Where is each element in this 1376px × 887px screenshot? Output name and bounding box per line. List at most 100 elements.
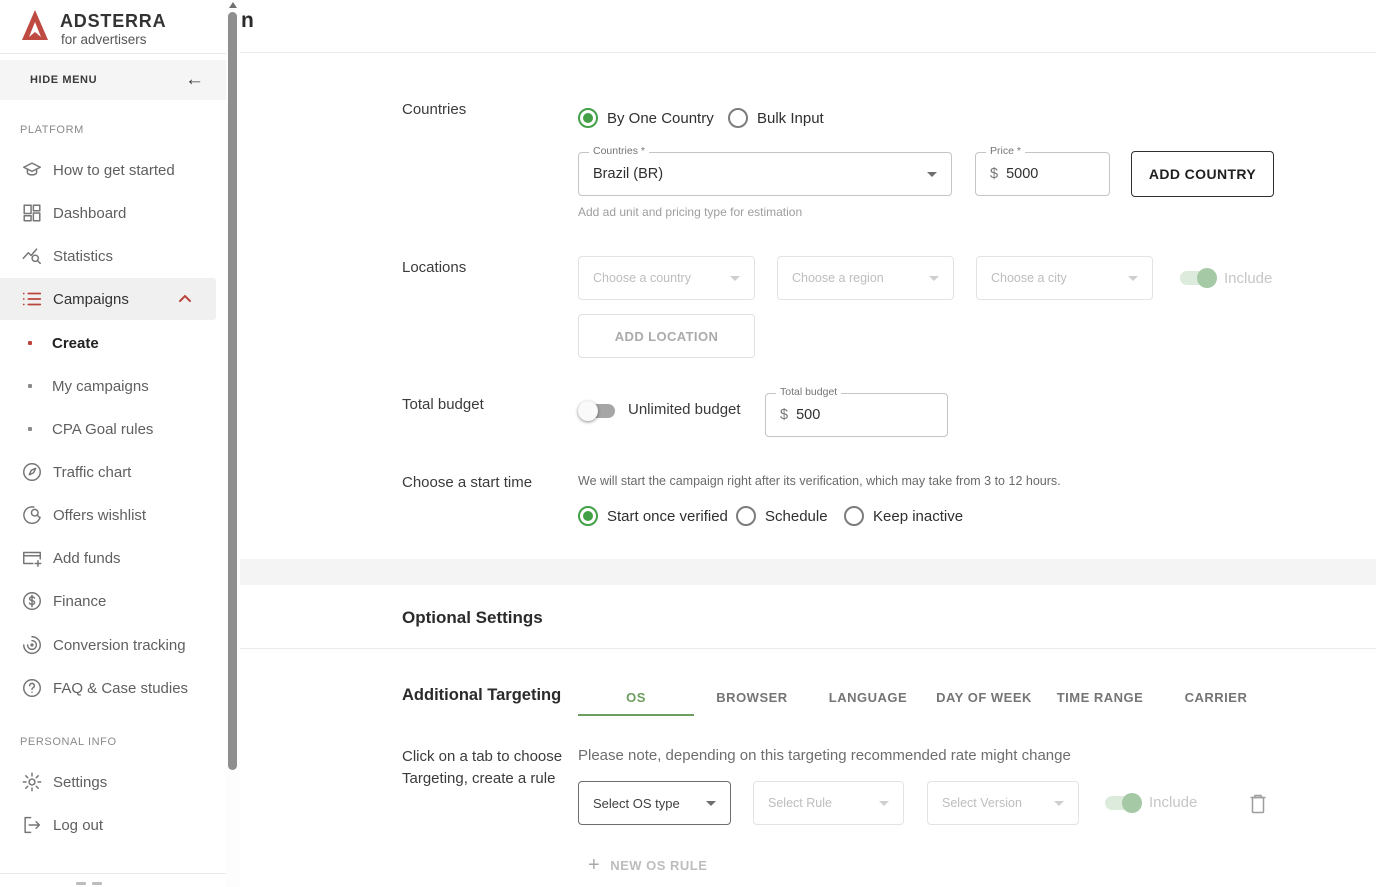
total-budget-input-label: Total budget bbox=[776, 386, 841, 398]
tab-browser[interactable]: BROWSER bbox=[694, 680, 810, 714]
os-rule-include-toggle bbox=[1105, 796, 1139, 810]
countries-select-label: Countries * bbox=[589, 145, 649, 157]
radio-icon[interactable] bbox=[728, 108, 748, 128]
sidebar-item-dashboard[interactable]: Dashboard bbox=[0, 192, 216, 234]
os-rule-include-label: Include bbox=[1149, 794, 1197, 811]
radio-icon[interactable] bbox=[578, 108, 598, 128]
new-os-rule-label: NEW OS RULE bbox=[610, 858, 707, 873]
choose-region-select: Choose a region bbox=[777, 256, 954, 300]
choose-country-placeholder: Choose a country bbox=[593, 271, 691, 285]
radio-icon[interactable] bbox=[578, 506, 598, 526]
radio-icon[interactable] bbox=[736, 506, 756, 526]
sidebar-item-label: Offers wishlist bbox=[53, 507, 146, 524]
bullet-icon bbox=[28, 427, 32, 431]
delete-rule-button[interactable] bbox=[1248, 793, 1268, 820]
adsterra-logo-icon bbox=[20, 8, 50, 44]
graduation-cap-icon bbox=[20, 158, 44, 182]
sidebar-item-label: Settings bbox=[53, 774, 107, 791]
sidebar-scrollbar[interactable] bbox=[226, 0, 240, 887]
screen: n Countries By One Country Bulk Input Co… bbox=[0, 0, 1376, 887]
radio-bulk-input[interactable]: Bulk Input bbox=[728, 108, 824, 128]
sidebar-item-campaigns[interactable]: Campaigns bbox=[0, 278, 216, 320]
optional-settings-heading: Optional Settings bbox=[402, 608, 543, 628]
toggle-knob bbox=[1122, 793, 1142, 813]
trash-icon bbox=[1248, 793, 1268, 815]
radio-by-one-country[interactable]: By One Country bbox=[578, 108, 714, 128]
sidebar-item-how-to-get-started[interactable]: How to get started bbox=[0, 149, 216, 191]
sidebar-item-label: Statistics bbox=[53, 248, 113, 265]
sidebar-item-faq-case-studies[interactable]: FAQ & Case studies bbox=[0, 667, 216, 709]
partial-menu-icon bbox=[76, 882, 102, 885]
radio-schedule[interactable]: Schedule bbox=[736, 506, 828, 526]
bullet-icon bbox=[28, 341, 32, 345]
sidebar-item-create[interactable]: Create bbox=[0, 322, 216, 364]
arrow-left-icon: ← bbox=[185, 69, 204, 91]
sidebar-item-my-campaigns[interactable]: My campaigns bbox=[0, 365, 216, 407]
locations-label: Locations bbox=[402, 259, 466, 276]
scrollbar-thumb[interactable] bbox=[228, 12, 237, 770]
sidebar-item-label: How to get started bbox=[53, 162, 175, 179]
unlimited-budget-toggle[interactable] bbox=[581, 404, 615, 418]
sidebar-item-conversion-tracking[interactable]: Conversion tracking bbox=[0, 624, 216, 666]
radio-label: Keep inactive bbox=[873, 508, 963, 525]
sidebar-item-log-out[interactable]: Log out bbox=[0, 804, 216, 846]
question-circle-icon bbox=[20, 676, 44, 700]
hide-menu-button[interactable]: HIDE MENU ← bbox=[0, 60, 226, 100]
sidebar-item-add-funds[interactable]: Add funds bbox=[0, 537, 216, 579]
sidebar-item-settings[interactable]: Settings bbox=[0, 761, 216, 803]
brand-tagline: for advertisers bbox=[61, 32, 147, 47]
sidebar-item-label: My campaigns bbox=[52, 378, 149, 395]
radio-label: By One Country bbox=[607, 110, 714, 127]
radio-start-once-verified[interactable]: Start once verified bbox=[578, 506, 728, 526]
dashboard-grid-icon bbox=[20, 201, 44, 225]
tab-time-range[interactable]: TIME RANGE bbox=[1042, 680, 1158, 714]
targeting-note: Please note, depending on this targeting… bbox=[578, 747, 1071, 764]
radio-keep-inactive[interactable]: Keep inactive bbox=[844, 506, 963, 526]
search-globe-icon bbox=[20, 503, 44, 527]
sidebar-item-cpa-goal-rules[interactable]: CPA Goal rules bbox=[0, 408, 216, 450]
radio-icon[interactable] bbox=[844, 506, 864, 526]
select-os-type[interactable]: Select OS type bbox=[578, 781, 731, 825]
chevron-down-icon bbox=[929, 276, 939, 281]
page-title-partial: n bbox=[241, 9, 254, 33]
dollar-circle-icon bbox=[20, 589, 44, 613]
scrollbar-up-arrow-icon[interactable] bbox=[229, 2, 237, 8]
sidebar-item-label: Dashboard bbox=[53, 205, 126, 222]
locations-include-toggle bbox=[1180, 271, 1214, 285]
sidebar-item-traffic-chart[interactable]: Traffic chart bbox=[0, 451, 216, 493]
chevron-down-icon bbox=[927, 172, 937, 177]
platform-section-label: PLATFORM bbox=[20, 124, 84, 136]
select-os-type-placeholder: Select OS type bbox=[593, 796, 680, 811]
tab-os[interactable]: OS bbox=[578, 680, 694, 714]
targeting-tabs: OS BROWSER LANGUAGE DAY OF WEEK TIME RAN… bbox=[578, 680, 1274, 714]
countries-helper-text: Add ad unit and pricing type for estimat… bbox=[578, 205, 802, 219]
select-version: Select Version bbox=[927, 781, 1079, 825]
add-location-button: ADD LOCATION bbox=[578, 314, 755, 358]
total-budget-input[interactable]: Total budget $ 500 bbox=[765, 393, 948, 437]
sidebar-item-label: CPA Goal rules bbox=[52, 421, 153, 438]
sidebar-item-offers-wishlist[interactable]: Offers wishlist bbox=[0, 494, 216, 536]
price-input[interactable]: Price * $ 5000 bbox=[975, 152, 1110, 196]
select-version-placeholder: Select Version bbox=[942, 796, 1022, 810]
dollar-icon: $ bbox=[990, 166, 998, 182]
countries-select[interactable]: Countries * Brazil (BR) bbox=[578, 152, 952, 196]
spiral-icon bbox=[20, 633, 44, 657]
sidebar-item-label: FAQ & Case studies bbox=[53, 680, 188, 697]
toggle-knob[interactable] bbox=[578, 401, 598, 421]
tab-day-of-week[interactable]: DAY OF WEEK bbox=[926, 680, 1042, 714]
total-budget-label: Total budget bbox=[402, 396, 484, 413]
sidebar-item-statistics[interactable]: Statistics bbox=[0, 235, 216, 277]
sidebar-item-label: Log out bbox=[53, 817, 103, 834]
start-time-note: We will start the campaign right after i… bbox=[578, 474, 1061, 488]
choose-region-placeholder: Choose a region bbox=[792, 271, 884, 285]
sidebar-item-label: Create bbox=[52, 335, 99, 352]
brand-name: ADSTERRA bbox=[60, 11, 166, 32]
new-os-rule-button: + NEW OS RULE bbox=[588, 855, 707, 875]
sidebar-item-finance[interactable]: Finance bbox=[0, 580, 216, 622]
tab-language[interactable]: LANGUAGE bbox=[810, 680, 926, 714]
sidebar-item-label: Traffic chart bbox=[53, 464, 131, 481]
tab-carrier[interactable]: CARRIER bbox=[1158, 680, 1274, 714]
add-country-button[interactable]: ADD COUNTRY bbox=[1131, 151, 1274, 197]
personal-info-section-label: PERSONAL INFO bbox=[20, 736, 117, 748]
chevron-down-icon bbox=[706, 801, 716, 806]
